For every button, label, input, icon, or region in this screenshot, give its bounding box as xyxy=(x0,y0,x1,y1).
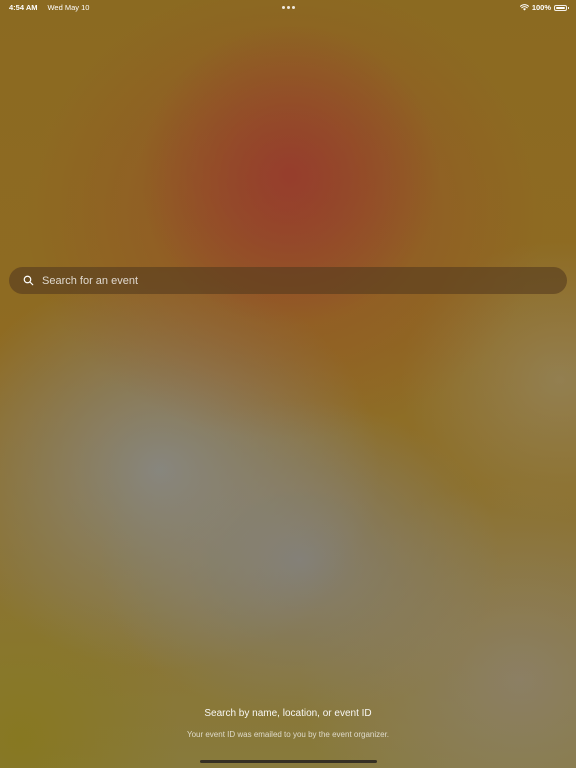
background-gradient xyxy=(0,0,576,768)
search-icon xyxy=(23,275,34,286)
search-hint: Search by name, location, or event ID xyxy=(204,708,372,719)
event-id-hint: Your event ID was emailed to you by the … xyxy=(186,730,390,739)
search-input[interactable] xyxy=(42,274,567,287)
status-bar: 4:54 AM Wed May 10 100% xyxy=(0,0,576,14)
wifi-icon xyxy=(519,4,529,11)
battery-fill xyxy=(556,6,565,9)
battery-percent: 100% xyxy=(531,3,551,12)
status-right: 100% xyxy=(519,3,569,12)
dot xyxy=(287,6,290,9)
three-dots-icon[interactable] xyxy=(282,6,295,9)
status-time: 4:54 AM xyxy=(9,3,38,12)
status-date: Wed May 10 xyxy=(47,3,90,12)
home-indicator[interactable] xyxy=(200,760,377,763)
dot xyxy=(292,6,295,9)
search-bar[interactable] xyxy=(9,267,567,294)
dot xyxy=(282,6,285,9)
battery-icon xyxy=(554,4,569,11)
status-left: 4:54 AM Wed May 10 xyxy=(9,3,89,12)
